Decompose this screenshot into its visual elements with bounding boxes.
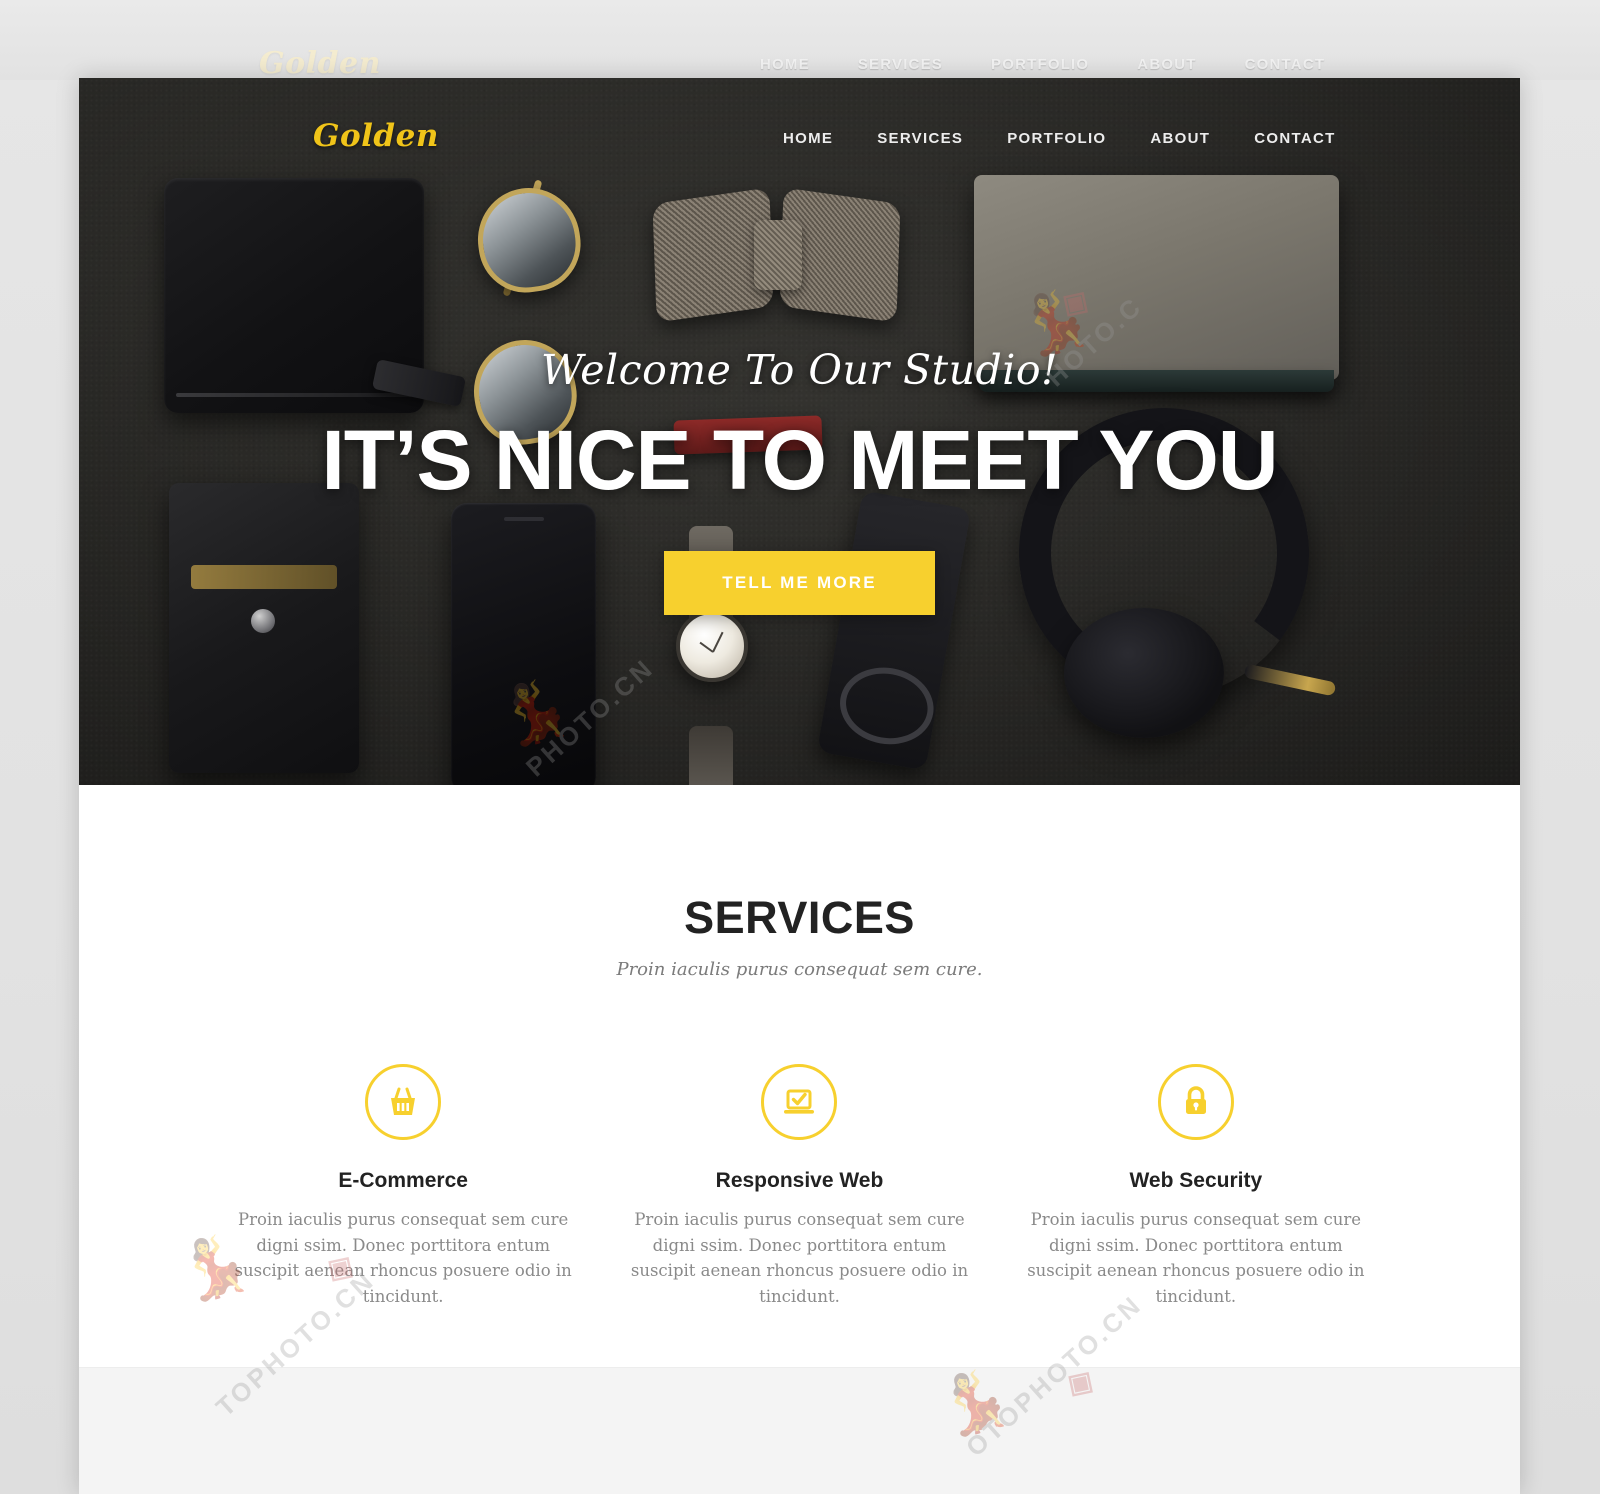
page-card: Golden HOME SERVICES PORTFOLIO ABOUT CON… bbox=[79, 78, 1520, 1494]
sticky-navbar-logo[interactable]: Golden bbox=[259, 46, 381, 81]
sticky-nav-item-services[interactable]: SERVICES bbox=[858, 56, 943, 73]
hero-copy: Welcome To Our Studio! IT’S NICE TO MEET… bbox=[79, 346, 1520, 616]
service-card-text: Proin iaculis purus consequat sem cure d… bbox=[1027, 1210, 1365, 1306]
hero-title: IT’S NICE TO MEET YOU bbox=[321, 413, 1278, 507]
sticky-navbar-menu: HOME SERVICES PORTFOLIO ABOUT CONTACT bbox=[760, 56, 1325, 73]
sticky-nav-item-about[interactable]: ABOUT bbox=[1137, 56, 1196, 73]
photo-object-bow-tie bbox=[652, 187, 901, 323]
service-card-responsive-web[interactable]: Responsive Web Proin iaculis purus conse… bbox=[601, 1064, 997, 1309]
service-card-text: Proin iaculis purus consequat sem cure d… bbox=[234, 1210, 572, 1306]
hero-section: Golden HOME SERVICES PORTFOLIO ABOUT CON… bbox=[79, 78, 1520, 785]
hero-navbar-menu: HOME SERVICES PORTFOLIO ABOUT CONTACT bbox=[761, 130, 1358, 147]
hero-logo[interactable]: Golden bbox=[313, 118, 439, 154]
nav-item-home[interactable]: HOME bbox=[761, 130, 855, 147]
photo-object-headphones-earcup bbox=[1064, 608, 1224, 738]
hero-subtitle: Welcome To Our Studio! bbox=[540, 346, 1058, 394]
sticky-nav-item-home[interactable]: HOME bbox=[760, 56, 810, 73]
photo-object-wristwatch bbox=[676, 610, 748, 682]
nav-item-about[interactable]: ABOUT bbox=[1128, 130, 1232, 147]
nav-item-portfolio[interactable]: PORTFOLIO bbox=[985, 130, 1128, 147]
next-section-band bbox=[79, 1367, 1520, 1494]
services-section: SERVICES Proin iaculis purus consequat s… bbox=[79, 785, 1520, 1367]
hero-navbar: Golden HOME SERVICES PORTFOLIO ABOUT CON… bbox=[79, 78, 1520, 198]
shopping-basket-icon bbox=[365, 1064, 442, 1140]
nav-item-contact[interactable]: CONTACT bbox=[1232, 130, 1357, 147]
sticky-nav-item-portfolio[interactable]: PORTFOLIO bbox=[991, 56, 1089, 73]
service-card-title: Web Security bbox=[1129, 1169, 1263, 1192]
laptop-check-icon bbox=[761, 1064, 838, 1140]
service-card-title: E-Commerce bbox=[338, 1169, 468, 1192]
services-subtitle: Proin iaculis purus consequat sem cure. bbox=[616, 959, 983, 980]
services-card-grid: E-Commerce Proin iaculis purus consequat… bbox=[79, 1064, 1520, 1309]
service-card-title: Responsive Web bbox=[715, 1169, 884, 1192]
sticky-nav-item-contact[interactable]: CONTACT bbox=[1245, 56, 1326, 73]
service-card-web-security[interactable]: Web Security Proin iaculis purus consequ… bbox=[998, 1064, 1394, 1309]
service-card-ecommerce[interactable]: E-Commerce Proin iaculis purus consequat… bbox=[205, 1064, 601, 1309]
lock-icon bbox=[1157, 1064, 1234, 1140]
sticky-navbar: Golden HOME SERVICES PORTFOLIO ABOUT CON… bbox=[0, 0, 1600, 81]
services-heading: SERVICES bbox=[684, 892, 915, 943]
photo-object-watch-band-bottom bbox=[689, 726, 733, 785]
service-card-text: Proin iaculis purus consequat sem cure d… bbox=[630, 1210, 969, 1306]
tell-me-more-button[interactable]: TELL ME MORE bbox=[664, 551, 935, 616]
nav-item-services[interactable]: SERVICES bbox=[855, 130, 985, 147]
